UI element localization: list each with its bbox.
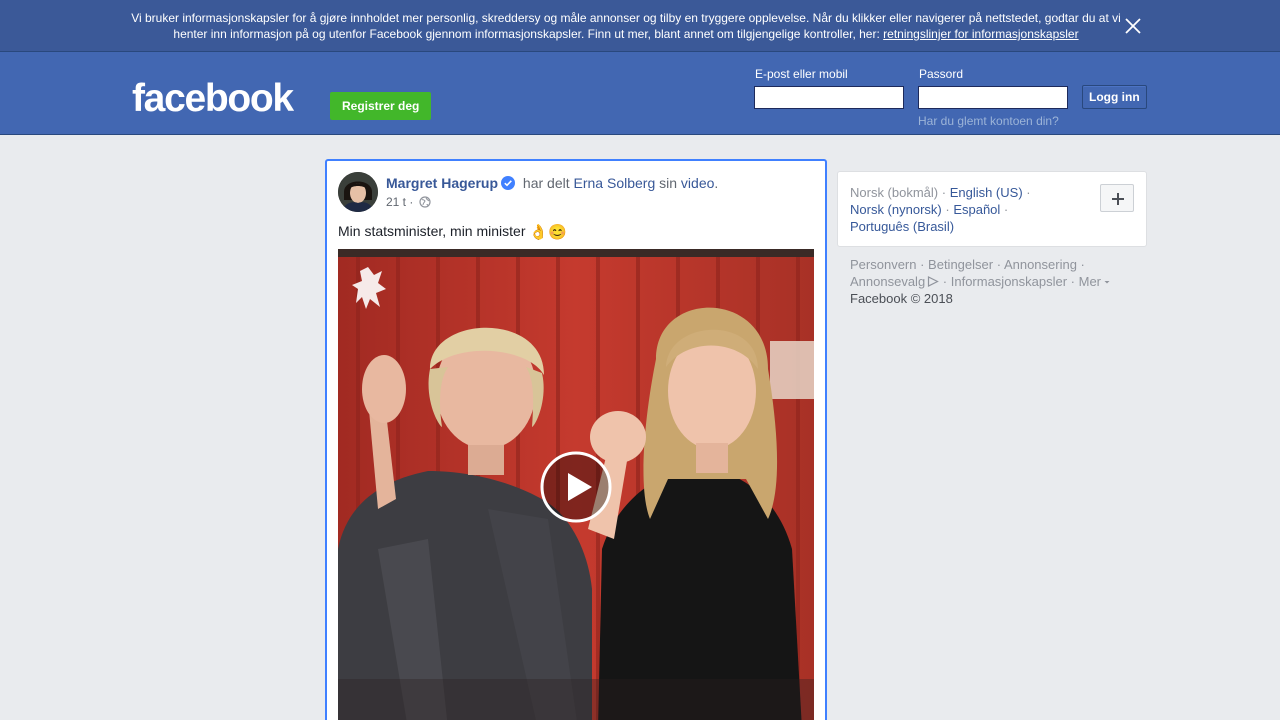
meta-separator: · [409, 195, 414, 209]
ad-choices-icon [928, 276, 940, 287]
separator: · [939, 274, 951, 289]
video-link[interactable]: video [681, 175, 714, 191]
separator: · [1067, 274, 1079, 289]
language-portuguese[interactable]: Português (Brasil) [850, 219, 954, 234]
ok-hand-emoji: 👌 [529, 224, 549, 241]
facebook-logo[interactable]: facebook [132, 76, 294, 122]
post-author-link[interactable]: Margret Hagerup [386, 175, 498, 191]
close-icon[interactable] [1122, 15, 1144, 37]
language-selector: Norsk (bokmål) · English (US) · Norsk (n… [837, 171, 1147, 247]
avatar[interactable] [338, 172, 378, 212]
footer-link-privacy[interactable]: Personvern [850, 257, 916, 272]
separator: · [993, 257, 1004, 272]
play-icon[interactable] [540, 451, 612, 523]
separator: · [916, 257, 929, 272]
footer-link-more[interactable]: Mer [1079, 274, 1101, 289]
copyright-text: Facebook © 2018 [850, 291, 953, 306]
footer-link-cookies[interactable]: Informasjonskapsler [951, 274, 1067, 289]
verified-badge-icon [501, 176, 516, 190]
post-timestamp[interactable]: 21 t [386, 195, 406, 209]
post-meta: 21 t · [386, 195, 431, 209]
footer-link-advertising[interactable]: Annonsering [1004, 257, 1077, 272]
cookie-banner-text: Vi bruker informasjonskapsler for å gjør… [128, 10, 1124, 42]
language-current: Norsk (bokmål) [850, 185, 939, 200]
chevron-down-icon [1104, 281, 1110, 284]
globe-icon [419, 196, 431, 208]
separator: · [1022, 185, 1031, 200]
header-period: . [714, 175, 719, 191]
password-label: Passord [919, 67, 964, 81]
password-field[interactable] [918, 86, 1068, 109]
avatar-image [338, 172, 378, 212]
post-message: Min statsminister, min minister [338, 223, 526, 239]
footer-links: Personvern · Betingelser · Annonsering ·… [850, 256, 1140, 307]
email-field[interactable] [754, 86, 904, 109]
cookie-policy-link[interactable]: retningslinjer for informasjonskapsler [883, 27, 1078, 41]
language-english[interactable]: English (US) [950, 185, 1023, 200]
register-button[interactable]: Registrer deg [330, 92, 432, 120]
more-languages-button[interactable] [1100, 184, 1134, 212]
language-nynorsk[interactable]: Norsk (nynorsk) [850, 202, 942, 217]
sin-text: sin [659, 175, 678, 191]
smile-emoji: 😊 [548, 224, 567, 241]
separator: · [1076, 257, 1085, 272]
footer-link-ad-choices[interactable]: Annonsevalg [850, 274, 925, 289]
video-player[interactable] [338, 249, 814, 720]
forgot-account-link[interactable]: Har du glemt kontoen din? [918, 114, 1059, 128]
top-bar: facebook Registrer deg E-post eller mobi… [0, 52, 1280, 135]
plus-icon [1112, 193, 1124, 205]
separator: · [1000, 202, 1009, 217]
post-header: Margret Hagerup har delt Erna Solberg si… [386, 174, 718, 192]
post-card: Margret Hagerup har delt Erna Solberg si… [325, 159, 827, 720]
shared-from-link[interactable]: Erna Solberg [574, 175, 656, 191]
separator: · [941, 202, 954, 217]
shared-text: har delt [522, 175, 570, 191]
cookie-banner: Vi bruker informasjonskapsler for å gjør… [0, 0, 1280, 52]
language-spanish[interactable]: Español [953, 202, 1000, 217]
language-list: Norsk (bokmål) · English (US) · Norsk (n… [850, 184, 1080, 235]
email-label: E-post eller mobil [755, 67, 848, 81]
login-button[interactable]: Logg inn [1082, 85, 1147, 109]
separator: · [938, 185, 950, 200]
footer-link-terms[interactable]: Betingelser [928, 257, 993, 272]
post-text: Min statsminister, min minister 👌😊 [338, 221, 567, 243]
